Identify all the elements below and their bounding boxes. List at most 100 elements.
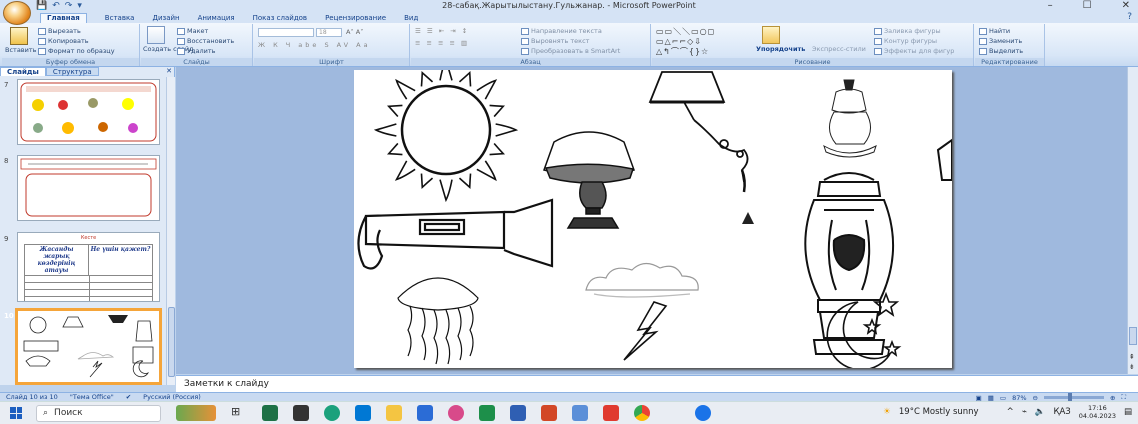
tray-chevron-icon[interactable]: ^ xyxy=(1007,407,1014,417)
slides-pane-scrollbar[interactable] xyxy=(166,77,175,385)
list-buttons[interactable]: ☰ ☰ ⇤ ⇥ ↕ xyxy=(415,27,469,35)
font-family-combo[interactable] xyxy=(258,28,314,37)
text-direction-button[interactable]: Направление текста xyxy=(521,27,602,35)
scrollbar-thumb[interactable] xyxy=(168,307,175,377)
app-a-icon[interactable] xyxy=(293,405,309,421)
current-slide[interactable] xyxy=(354,57,953,371)
font-grow-button[interactable]: A˄ A˅ xyxy=(346,28,363,36)
close-button[interactable]: ✕ xyxy=(1122,0,1130,11)
cloud-picture[interactable] xyxy=(585,262,699,298)
sun-ray xyxy=(394,160,416,181)
network-icon[interactable]: ⌁ xyxy=(1022,407,1027,417)
tab-view[interactable]: Вид xyxy=(404,14,418,22)
help-app-icon[interactable] xyxy=(695,405,711,421)
arrange-button[interactable]: Упорядочить xyxy=(756,45,805,53)
widgets-icon[interactable] xyxy=(176,405,216,421)
format-painter-button[interactable]: Формат по образцу xyxy=(38,47,115,55)
app-blue-icon[interactable] xyxy=(510,405,526,421)
smartart-button[interactable]: Преобразовать в SmartArt xyxy=(521,47,620,55)
tab-slides[interactable]: Слайды xyxy=(0,67,46,76)
flashlight-picture[interactable] xyxy=(357,198,554,270)
arrange-icon[interactable] xyxy=(762,26,780,44)
powerpoint-icon[interactable] xyxy=(541,405,557,421)
store-icon[interactable] xyxy=(355,405,371,421)
editor-scrollbar[interactable]: ⇞ ⇟ xyxy=(1127,67,1138,374)
font-format-buttons[interactable]: Ж К Ч abe S AV Aa xyxy=(258,41,371,49)
app-image-icon[interactable] xyxy=(572,405,588,421)
excel-icon[interactable] xyxy=(262,405,278,421)
shapes-gallery[interactable]: ▭▭＼＼▭○◻ ▭△⌐⌐◇⇩ △↰⌒⌒{}☆ xyxy=(656,26,715,57)
jellyfish-picture[interactable] xyxy=(397,277,479,365)
lightning-picture[interactable] xyxy=(623,301,668,361)
align-text-button[interactable]: Выровнять текст xyxy=(521,37,589,45)
weather-icon[interactable]: ☀ xyxy=(883,407,891,417)
prev-slide-icon[interactable]: ⇞ xyxy=(1129,353,1135,361)
task-view-icon[interactable]: ⊞ xyxy=(231,405,247,421)
oil-lamp-picture[interactable] xyxy=(823,79,877,158)
slide-thumbnail-7[interactable] xyxy=(17,79,160,145)
volume-icon[interactable]: 🔈 xyxy=(1035,407,1046,417)
floor-lamp-picture[interactable] xyxy=(648,71,749,193)
shape-outline-button[interactable]: Контур фигуры xyxy=(874,37,937,45)
shape-fill-button[interactable]: Заливка фигуры xyxy=(874,27,941,35)
weather-text[interactable]: 19°C Mostly sunny xyxy=(899,407,979,417)
shape-effects-button[interactable]: Эффекты для фигур xyxy=(874,47,954,55)
file-explorer-icon[interactable] xyxy=(386,405,402,421)
partial-lamp-picture[interactable] xyxy=(936,138,953,181)
tab-animation[interactable]: Анимация xyxy=(198,14,235,22)
lantern-picture[interactable] xyxy=(804,172,895,355)
tab-home[interactable]: Главная xyxy=(40,12,87,24)
tab-design[interactable]: Дизайн xyxy=(152,14,179,22)
windows-start-icon[interactable] xyxy=(10,407,22,419)
tab-outline[interactable]: Структура xyxy=(45,67,99,76)
tab-slideshow[interactable]: Показ слайдов xyxy=(253,14,307,22)
copy-button[interactable]: Копировать xyxy=(38,37,89,45)
tab-insert[interactable]: Вставка xyxy=(105,14,135,22)
slide-thumbnail-10[interactable] xyxy=(15,308,162,385)
cut-button[interactable]: Вырезать xyxy=(38,27,81,35)
clock[interactable]: 17:16 04.04.2023 xyxy=(1079,404,1116,420)
close-pane-icon[interactable]: ✕ xyxy=(166,67,172,76)
scrollbar-thumb[interactable] xyxy=(1129,327,1137,345)
paste-button[interactable]: Вставить xyxy=(5,46,36,54)
layout-button[interactable]: Макет xyxy=(177,27,208,35)
zoom-slider[interactable] xyxy=(1043,393,1104,402)
spellcheck-icon[interactable]: ✔ xyxy=(126,393,131,401)
edge-icon[interactable] xyxy=(324,405,340,421)
align-buttons[interactable]: ≡ ≡ ≡ ≡ ▥ xyxy=(415,39,469,47)
select-button[interactable]: Выделить xyxy=(979,47,1023,55)
mail-icon[interactable] xyxy=(417,405,433,421)
app-heart-icon[interactable] xyxy=(448,405,464,421)
office-button[interactable] xyxy=(3,1,31,25)
next-slide-icon[interactable]: ⇟ xyxy=(1129,363,1135,371)
table-lamp-picture[interactable] xyxy=(543,131,635,229)
notifications-icon[interactable]: ▤ xyxy=(1124,407,1132,417)
font-size-combo[interactable]: 18 xyxy=(316,28,342,37)
minimize-button[interactable]: – xyxy=(1048,0,1053,11)
find-button[interactable]: Найти xyxy=(979,27,1010,35)
new-slide-icon[interactable] xyxy=(147,26,165,44)
slide-thumbnail-8[interactable] xyxy=(17,155,160,221)
language-label[interactable]: Русский (Россия) xyxy=(143,393,201,401)
slide-9-table: Жасанды жарық көздерінің атауы Не үшін қ… xyxy=(24,244,153,276)
slide-number: 9 xyxy=(4,235,9,243)
replace-button[interactable]: Заменить xyxy=(979,37,1022,45)
slide-thumbnail-9[interactable]: Кесте Жасанды жарық көздерінің атауы Не … xyxy=(17,232,160,302)
moon-stars-picture[interactable] xyxy=(826,291,902,371)
maximize-button[interactable]: ☐ xyxy=(1083,0,1092,11)
sun-ray xyxy=(489,142,506,156)
opera-icon[interactable] xyxy=(603,405,619,421)
app-green-icon[interactable] xyxy=(479,405,495,421)
reset-button[interactable]: Восстановить xyxy=(177,37,234,45)
input-language[interactable]: ҚАЗ xyxy=(1053,407,1070,417)
notes-pane[interactable]: Заметки к слайду xyxy=(176,375,1138,392)
quickstyles-button[interactable]: Экспресс-стили xyxy=(812,45,866,53)
tab-review[interactable]: Рецензирование xyxy=(325,14,386,22)
chrome-icon[interactable] xyxy=(634,405,650,421)
sun-picture[interactable] xyxy=(373,57,519,203)
small-lamp-picture[interactable] xyxy=(742,212,754,224)
delete-slide-button[interactable]: Удалить xyxy=(177,47,215,55)
taskbar-search[interactable]: ⌕ Поиск xyxy=(36,404,161,422)
paste-icon[interactable] xyxy=(10,27,28,45)
help-icon[interactable]: ? xyxy=(1127,12,1132,22)
